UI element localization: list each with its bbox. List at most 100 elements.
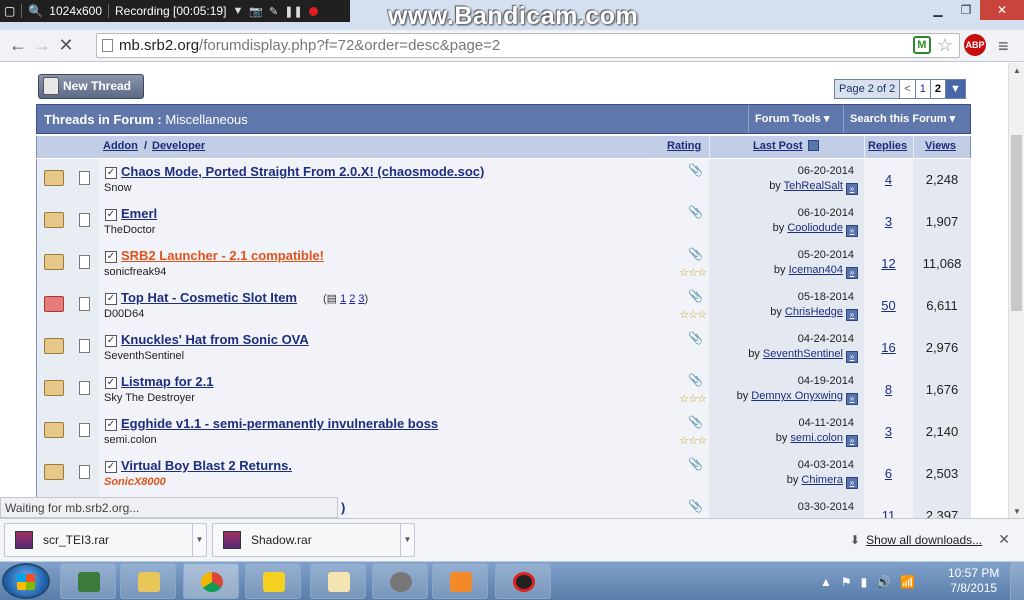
- adblock-icon[interactable]: ABP: [964, 34, 986, 56]
- sort-last-post-link[interactable]: Last Post: [753, 140, 803, 152]
- scrollbar-thumb[interactable]: [1011, 135, 1022, 311]
- taskbar-app[interactable]: [372, 563, 428, 599]
- goto-last-post-icon[interactable]: »: [846, 435, 858, 447]
- system-clock[interactable]: 10:57 PM 7/8/2015: [948, 566, 999, 596]
- goto-last-post-icon[interactable]: »: [846, 393, 858, 405]
- last-poster-link[interactable]: Cooliodude: [787, 222, 843, 234]
- replies-link[interactable]: 11: [864, 508, 913, 518]
- stop-loading-icon[interactable]: ✕: [54, 35, 78, 56]
- page-jump-dropdown-icon[interactable]: ▼: [945, 80, 965, 98]
- replies-link[interactable]: 50: [864, 298, 913, 313]
- network-icon[interactable]: 📶: [900, 575, 915, 589]
- thread-author[interactable]: D00D64: [104, 308, 144, 320]
- close-downloads-icon[interactable]: ✕: [998, 531, 1010, 548]
- goto-last-post-icon[interactable]: »: [846, 309, 858, 321]
- taskbar-app[interactable]: [245, 563, 301, 599]
- forum-tools-menu[interactable]: Forum Tools ▾: [748, 105, 835, 133]
- thread-page-link[interactable]: 1: [340, 293, 346, 305]
- thread-title-link[interactable]: Emerl: [121, 206, 157, 221]
- thread-title-link[interactable]: Knuckles' Hat from Sonic OVA: [121, 332, 309, 347]
- back-icon[interactable]: ←: [6, 35, 30, 56]
- show-desktop-button[interactable]: [1010, 562, 1024, 600]
- show-all-downloads-link[interactable]: ⬇ Show all downloads...: [850, 533, 982, 547]
- thread-author[interactable]: Sky The Destroyer: [104, 392, 195, 404]
- download-menu-icon[interactable]: ▼: [192, 524, 206, 556]
- last-poster-link[interactable]: TehRealSalt: [784, 180, 843, 192]
- sort-rating-link[interactable]: Rating: [667, 140, 701, 152]
- taskbar-app-active[interactable]: [183, 563, 239, 599]
- download-item[interactable]: Shadow.rar ▼: [212, 523, 415, 557]
- bookmark-star-icon[interactable]: ☆: [937, 36, 953, 54]
- taskbar-app[interactable]: [310, 563, 366, 599]
- replies-link[interactable]: 3: [864, 214, 913, 229]
- replies-link[interactable]: 8: [864, 382, 913, 397]
- taskbar-app[interactable]: [432, 563, 488, 599]
- goto-last-post-icon[interactable]: »: [846, 183, 858, 195]
- taskbar-app[interactable]: [120, 563, 176, 599]
- camera-icon[interactable]: 📷: [249, 5, 263, 18]
- thread-author[interactable]: sonicfreak94: [104, 266, 166, 278]
- recorder-window-icon[interactable]: ▢: [4, 4, 15, 18]
- battery-icon[interactable]: ▮: [861, 575, 868, 589]
- extension-icon[interactable]: M: [912, 36, 931, 54]
- replies-link[interactable]: 6: [864, 466, 913, 481]
- download-menu-icon[interactable]: ▼: [400, 524, 414, 556]
- thread-title-link[interactable]: Virtual Boy Blast 2 Returns.: [121, 458, 292, 473]
- thread-title-link[interactable]: Chaos Mode, Ported Straight From 2.0.X! …: [121, 164, 484, 179]
- last-poster-link[interactable]: semi.colon: [790, 432, 843, 444]
- tray-expand-icon[interactable]: ▲: [820, 575, 832, 589]
- scroll-down-icon[interactable]: ▼: [1013, 507, 1021, 516]
- page-scrollbar[interactable]: ▲ ▼: [1008, 63, 1024, 518]
- forward-icon[interactable]: →: [30, 35, 54, 56]
- taskbar-app[interactable]: [60, 563, 116, 599]
- last-poster-link[interactable]: Iceman404: [789, 264, 843, 276]
- pencil-icon[interactable]: ✎: [269, 5, 278, 18]
- address-bar[interactable]: mb.srb2.org/forumdisplay.php?f=72&order=…: [96, 33, 960, 58]
- sort-developer-link[interactable]: Developer: [152, 140, 205, 152]
- thread-author[interactable]: SeventhSentinel: [104, 350, 184, 362]
- close-icon[interactable]: ✕: [980, 0, 1024, 20]
- replies-link[interactable]: 4: [864, 172, 913, 187]
- pause-icon[interactable]: ❚❚: [284, 5, 302, 18]
- chrome-menu-icon[interactable]: ≡: [998, 36, 1009, 57]
- stop-record-icon[interactable]: [308, 6, 318, 16]
- last-poster-link[interactable]: Demnyx Onyxwing: [751, 390, 843, 402]
- thread-title-link[interactable]: Egghide v1.1 - semi-permanently invulner…: [121, 416, 438, 431]
- start-button[interactable]: [2, 563, 50, 599]
- scroll-up-icon[interactable]: ▲: [1013, 66, 1021, 75]
- sort-addon-link[interactable]: Addon: [103, 140, 138, 152]
- recorder-dropdown-icon[interactable]: ▼: [232, 5, 243, 17]
- replies-link[interactable]: 12: [864, 256, 913, 271]
- maximize-icon[interactable]: ❐: [952, 0, 980, 20]
- recorder-search-icon[interactable]: 🔍: [28, 4, 43, 18]
- thread-page-link[interactable]: 3: [358, 293, 364, 305]
- page-1-link[interactable]: 1: [915, 80, 931, 98]
- thread-author[interactable]: SonicX8000: [104, 476, 166, 488]
- thread-page-link[interactable]: 2: [349, 293, 355, 305]
- prev-page-link[interactable]: <: [900, 80, 916, 98]
- search-forum-menu[interactable]: Search this Forum ▾: [843, 105, 961, 133]
- goto-last-post-icon[interactable]: »: [846, 351, 858, 363]
- goto-last-post-icon[interactable]: »: [846, 225, 858, 237]
- new-thread-button[interactable]: New Thread: [38, 74, 144, 99]
- sort-desc-icon[interactable]: [808, 140, 819, 151]
- replies-link[interactable]: 16: [864, 340, 913, 355]
- last-poster-link[interactable]: ChrisHedge: [785, 306, 843, 318]
- thread-author[interactable]: semi.colon: [104, 434, 157, 446]
- last-poster-link[interactable]: Chimera: [801, 474, 843, 486]
- taskbar-app[interactable]: [495, 563, 551, 599]
- thread-author[interactable]: TheDoctor: [104, 224, 155, 236]
- thread-title-link[interactable]: ): [341, 500, 345, 515]
- thread-author[interactable]: Snow: [104, 182, 132, 194]
- sort-replies-link[interactable]: Replies: [868, 140, 907, 152]
- volume-icon[interactable]: 🔊: [876, 575, 891, 589]
- sort-views-link[interactable]: Views: [925, 140, 956, 152]
- replies-link[interactable]: 3: [864, 424, 913, 439]
- action-center-icon[interactable]: ⚑: [841, 575, 852, 589]
- thread-title-link[interactable]: Top Hat - Cosmetic Slot Item: [121, 290, 297, 305]
- goto-last-post-icon[interactable]: »: [846, 477, 858, 489]
- thread-title-link[interactable]: Listmap for 2.1: [121, 374, 213, 389]
- last-poster-link[interactable]: SeventhSentinel: [763, 348, 843, 360]
- download-item[interactable]: scr_TEI3.rar ▼: [4, 523, 207, 557]
- thread-title-link[interactable]: SRB2 Launcher - 2.1 compatible!: [121, 248, 324, 263]
